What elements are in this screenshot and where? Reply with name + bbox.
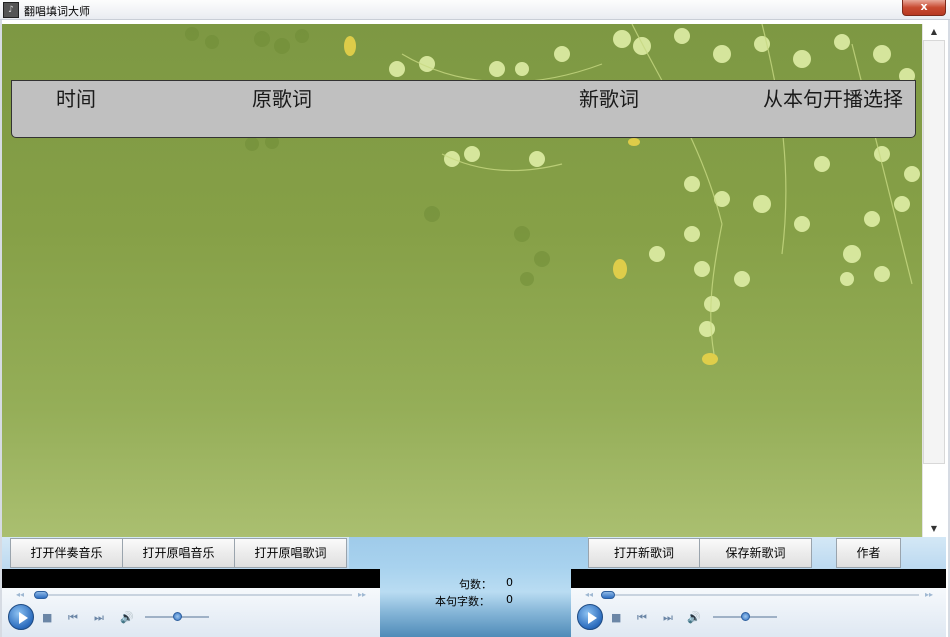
- player-video-area: [571, 569, 946, 588]
- seek-forward-icon[interactable]: ▸▸: [358, 590, 366, 599]
- stats-panel: 句数： 0 本句字数： 0: [349, 537, 588, 637]
- seek-slider[interactable]: [34, 591, 48, 599]
- save-new-lyrics-button[interactable]: 保存新歌词: [699, 538, 812, 568]
- title-bar: ♪ 翻唱填词大师 x: [0, 0, 950, 20]
- previous-icon[interactable]: ⏮: [637, 612, 647, 623]
- player-controls: ◂◂ ▸▸ ■ ⏮ ⏭ 🔊: [2, 588, 380, 637]
- stop-icon[interactable]: ■: [42, 612, 52, 623]
- seek-track[interactable]: [601, 594, 919, 596]
- accompaniment-player: ◂◂ ▸▸ ■ ⏮ ⏭ 🔊: [2, 569, 380, 637]
- author-button[interactable]: 作者: [836, 538, 901, 568]
- char-count-label: 本句字数：: [435, 595, 490, 608]
- previous-icon[interactable]: ⏮: [68, 612, 78, 623]
- seek-track[interactable]: [34, 594, 352, 596]
- close-button[interactable]: x: [902, 0, 946, 16]
- player-controls: ◂◂ ▸▸ ■ ⏮ ⏭ 🔊: [571, 588, 946, 637]
- column-header-original-lyrics: 原歌词: [252, 87, 312, 111]
- window-title: 翻唱填词大师: [24, 5, 90, 18]
- vertical-scrollbar[interactable]: ▲ ▼: [922, 24, 945, 537]
- bottom-panel: 打开伴奏音乐 打开原唱音乐 打开原唱歌词 句数： 0 本句字数： 0 打开新歌词…: [2, 537, 946, 637]
- seek-slider[interactable]: [601, 591, 615, 599]
- next-icon[interactable]: ⏭: [94, 612, 104, 623]
- play-icon[interactable]: [577, 604, 603, 630]
- volume-icon[interactable]: 🔊: [687, 612, 701, 623]
- sentence-count-label: 句数：: [459, 578, 492, 591]
- stop-icon[interactable]: ■: [611, 612, 621, 623]
- volume-icon[interactable]: 🔊: [120, 612, 134, 623]
- new-lyrics-player: ◂◂ ▸▸ ■ ⏮ ⏭ 🔊: [571, 569, 946, 637]
- right-button-strip: 打开新歌词 保存新歌词 作者: [588, 537, 946, 569]
- seek-forward-icon[interactable]: ▸▸: [925, 590, 933, 599]
- player-video-area: [2, 569, 380, 588]
- char-count-value: 0: [506, 593, 513, 606]
- lyrics-table-header: 时间 原歌词 新歌词 从本句开播选择: [11, 80, 916, 138]
- open-original-music-button[interactable]: 打开原唱音乐: [122, 538, 235, 568]
- open-accompaniment-button[interactable]: 打开伴奏音乐: [10, 538, 123, 568]
- column-header-new-lyrics: 新歌词: [579, 87, 639, 111]
- next-icon[interactable]: ⏭: [663, 612, 673, 623]
- volume-slider[interactable]: [740, 612, 750, 621]
- volume-slider[interactable]: [172, 612, 182, 621]
- column-header-time: 时间: [56, 87, 96, 111]
- play-icon[interactable]: [8, 604, 34, 630]
- seek-back-icon[interactable]: ◂◂: [16, 590, 24, 599]
- scroll-up-icon[interactable]: ▲: [923, 24, 945, 40]
- scrollbar-thumb[interactable]: [923, 40, 945, 464]
- left-button-strip: 打开伴奏音乐 打开原唱音乐 打开原唱歌词: [2, 537, 349, 569]
- open-original-lyrics-button[interactable]: 打开原唱歌词: [234, 538, 347, 568]
- app-icon: ♪: [3, 2, 19, 18]
- lyrics-panel: 时间 原歌词 新歌词 从本句开播选择: [2, 24, 922, 537]
- column-header-play-from: 从本句开播选择: [763, 87, 903, 111]
- seek-back-icon[interactable]: ◂◂: [585, 590, 593, 599]
- scroll-down-icon[interactable]: ▼: [923, 521, 945, 537]
- open-new-lyrics-button[interactable]: 打开新歌词: [588, 538, 700, 568]
- sentence-count-value: 0: [506, 576, 513, 589]
